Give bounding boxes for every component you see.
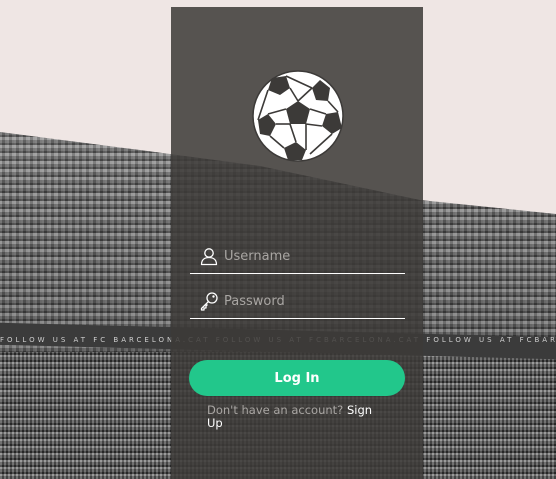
- signup-prompt-text: Don't have an account?: [207, 403, 344, 417]
- username-field[interactable]: [190, 239, 405, 274]
- signup-prompt: Don't have an account? Sign Up: [207, 404, 387, 430]
- password-field[interactable]: [190, 284, 405, 319]
- key-icon: [198, 290, 220, 312]
- password-input[interactable]: [224, 289, 405, 313]
- user-icon: [198, 245, 220, 267]
- login-button[interactable]: Log In: [189, 360, 405, 396]
- username-input[interactable]: [224, 244, 405, 268]
- login-card: Log In Don't have an account? Sign Up: [171, 7, 423, 479]
- soccer-ball-icon: [250, 68, 346, 164]
